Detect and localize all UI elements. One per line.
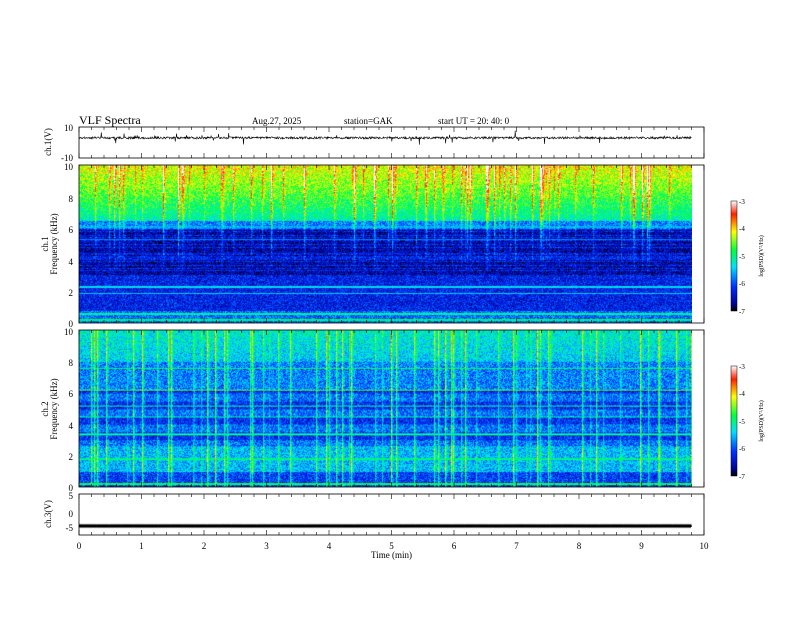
ch1-freq-tick-6: 6	[69, 225, 74, 235]
ch3-waveform-panel: 5 0 -5 ch.3(V)	[43, 491, 705, 536]
ch1-colorbar-label: log(PSD)(V²/Hz)	[758, 235, 765, 276]
ch1-waveform-ticks	[78, 127, 705, 158]
ch1-cbar-tick-m6: -6	[739, 280, 745, 288]
ch1-spectrogram-image	[79, 165, 692, 323]
figure-svg: VLF Spectra Aug.27, 2025 station=GAK sta…	[40, 113, 765, 560]
ch2-cbar-tick-m5: -5	[739, 418, 745, 426]
ch2-frequency-ylabel: Frequency (kHz)	[49, 378, 59, 439]
ch1-freq-tick-2: 2	[69, 288, 74, 298]
ch1-frequency-ylabel: Frequency (kHz)	[49, 213, 59, 274]
ch3-waveform-frame	[78, 493, 705, 536]
ch2-freq-tick-2: 2	[69, 452, 74, 462]
ch1-cbar-tick-m3: -3	[739, 198, 745, 206]
ch3-ytick-m5: -5	[66, 523, 74, 533]
ch1-waveform-ylabel: ch.1(V)	[43, 128, 53, 156]
ch2-spectrogram-panel: 10 8 6 4 2 0 ch.2 Frequency (kHz) -3 -4 …	[40, 327, 765, 493]
ch1-waveform-panel: 10 -10 ch.1(V)	[43, 123, 705, 163]
date-label: Aug.27, 2025	[252, 116, 302, 126]
ch2-freq-tick-10: 10	[64, 327, 74, 337]
xtick-label-7: 7	[514, 541, 519, 551]
ch1-colorbar	[730, 200, 738, 312]
start-time-label: start UT = 20: 40: 0	[438, 116, 510, 126]
ch2-freq-tick-8: 8	[69, 358, 74, 368]
xtick-label-2: 2	[202, 541, 207, 551]
ch2-colorbar	[730, 365, 738, 477]
ch3-waveform-line	[78, 523, 692, 529]
x-axis-label: Time (min)	[371, 550, 412, 560]
ch1-freq-tick-4: 4	[69, 257, 74, 267]
xtick-label-9: 9	[639, 541, 644, 551]
ch2-cbar-tick-m4: -4	[739, 390, 745, 398]
ch3-waveform-ticks	[78, 494, 705, 535]
station-label: station=GAK	[344, 116, 393, 126]
ch2-cbar-tick-m7: -7	[739, 473, 745, 481]
ch1-cbar-tick-m7: -7	[739, 308, 745, 316]
ch1-spectrogram-panel: 10 8 6 4 2 0 ch.1 Frequency (kHz) -3 -4 …	[40, 162, 765, 329]
ch1-waveform-line	[78, 130, 692, 145]
figure-title: VLF Spectra	[79, 113, 141, 127]
ch2-freq-tick-6: 6	[69, 389, 74, 399]
ch2-spectrogram-image	[79, 330, 692, 487]
xtick-label-3: 3	[264, 541, 269, 551]
ch2-freq-tick-4: 4	[69, 421, 74, 431]
ch2-cbar-tick-m6: -6	[739, 445, 745, 453]
ch3-waveform-ylabel: ch.3(V)	[43, 500, 53, 528]
xtick-label-4: 4	[327, 541, 332, 551]
vlf-spectra-figure: VLF Spectra Aug.27, 2025 station=GAK sta…	[0, 0, 792, 612]
xtick-label-6: 6	[452, 541, 457, 551]
ch1-freq-tick-8: 8	[69, 194, 74, 204]
time-axis: 0 1 2 3 4 5 6 7 8 9 10 Time (min)	[77, 541, 709, 560]
xtick-label-10: 10	[700, 541, 710, 551]
ch1-ytick-top: 10	[64, 123, 74, 133]
xtick-label-0: 0	[77, 541, 82, 551]
ch1-cbar-tick-m4: -4	[739, 225, 745, 233]
ch2-cbar-tick-m3: -3	[739, 363, 745, 371]
ch1-freq-tick-10: 10	[64, 162, 74, 172]
xtick-label-1: 1	[139, 541, 144, 551]
ch2-colorbar-label: log(PSD)(V²/Hz)	[758, 400, 765, 441]
xtick-label-8: 8	[577, 541, 582, 551]
ch1-cbar-tick-m5: -5	[739, 253, 745, 261]
ch3-ytick-0: 0	[69, 509, 74, 519]
ch3-ytick-5: 5	[69, 491, 74, 501]
